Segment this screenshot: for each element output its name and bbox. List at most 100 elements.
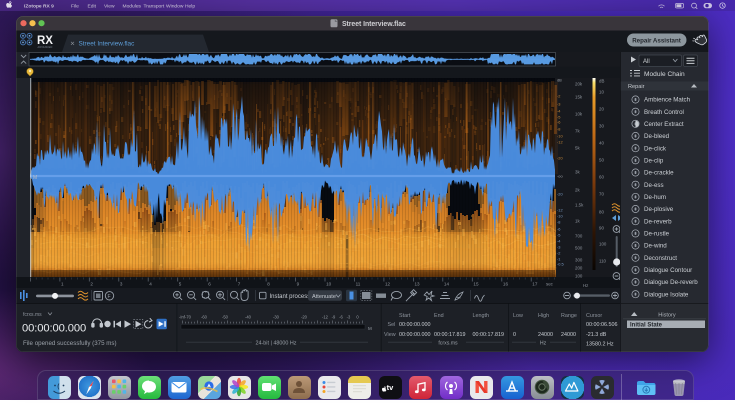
svg-text:1k: 1k (575, 219, 580, 224)
svg-text:00:00:00.000: 00:00:00.000 (399, 332, 430, 338)
svg-text:-8: -8 (557, 220, 560, 225)
svg-text:sec: sec (546, 282, 554, 287)
svg-text:-2: -2 (557, 251, 560, 256)
svg-text:All: All (643, 59, 650, 65)
svg-text:50: 50 (599, 158, 604, 163)
svg-text:20: 20 (599, 107, 604, 112)
svg-text:-10: -10 (557, 214, 563, 219)
svg-text:100: 100 (599, 242, 607, 247)
svg-text:80: 80 (599, 210, 604, 215)
svg-text:De-hum: De-hum (644, 194, 666, 201)
svg-text:Range: Range (561, 313, 577, 319)
svg-text:-oo: -oo (557, 174, 563, 179)
svg-text:-5: -5 (557, 233, 560, 238)
svg-text:-70: -70 (185, 315, 192, 320)
svg-text:Center Extract: Center Extract (644, 121, 684, 128)
svg-text:10: 10 (326, 282, 332, 287)
svg-text:Hz: Hz (583, 283, 588, 288)
svg-text:dB: dB (557, 78, 562, 83)
svg-text:1: 1 (61, 282, 64, 287)
svg-text:6: 6 (208, 282, 211, 287)
svg-text:5k: 5k (575, 146, 580, 151)
svg-text:Repair Assistant: Repair Assistant (632, 37, 681, 44)
svg-text:-12: -12 (322, 315, 329, 320)
svg-text:Dialogue Contour: Dialogue Contour (644, 267, 692, 274)
svg-text:Street Interview.flac: Street Interview.flac (79, 41, 136, 48)
svg-text:De-crackle: De-crackle (644, 170, 674, 177)
svg-text:Ambience Match: Ambience Match (644, 97, 691, 104)
svg-text:8: 8 (267, 282, 270, 287)
svg-text:File opened successfully (375: File opened successfully (375 ms) (23, 340, 117, 347)
svg-text:00:00:17.819: 00:00:17.819 (434, 332, 465, 338)
svg-text:Start: Start (399, 313, 411, 319)
svg-text:7: 7 (238, 282, 241, 287)
svg-text:700: 700 (575, 234, 583, 239)
svg-text:110: 110 (599, 259, 607, 264)
svg-text:30: 30 (599, 124, 604, 129)
svg-text:17: 17 (532, 282, 538, 287)
svg-text:Repair: Repair (628, 84, 645, 90)
svg-text:Sel: Sel (388, 322, 396, 328)
svg-text:60: 60 (599, 175, 604, 180)
svg-text:-12: -12 (557, 208, 563, 213)
svg-text:Breath Control: Breath Control (644, 109, 684, 116)
svg-text:-12: -12 (557, 140, 563, 145)
svg-text:15: 15 (473, 282, 479, 287)
svg-text:-40: -40 (245, 315, 252, 320)
svg-text:tv: tv (387, 383, 394, 392)
svg-text:14: 14 (444, 282, 450, 287)
svg-text:100: 100 (575, 274, 583, 279)
svg-text:-0.5: -0.5 (557, 262, 564, 267)
svg-text:2: 2 (90, 282, 93, 287)
svg-text:De-wind: De-wind (644, 243, 667, 250)
svg-text:Attenuate: Attenuate (312, 294, 336, 300)
svg-text:-20: -20 (301, 315, 308, 320)
svg-text:Help: Help (185, 3, 195, 9)
svg-text:11: 11 (356, 282, 361, 287)
svg-text:4: 4 (149, 282, 152, 287)
svg-text:-3: -3 (557, 245, 560, 250)
svg-text:-6: -6 (557, 227, 560, 232)
svg-text:Deconstruct: Deconstruct (644, 255, 677, 262)
svg-text:Length: Length (473, 313, 490, 319)
svg-text:De-bleed: De-bleed (644, 133, 670, 140)
svg-text:300: 300 (575, 258, 583, 263)
svg-text:-60: -60 (201, 315, 208, 320)
svg-text:-3: -3 (557, 102, 560, 107)
svg-text:File: File (71, 3, 79, 9)
svg-text:-10: -10 (557, 134, 563, 139)
svg-text:16: 16 (503, 282, 509, 287)
svg-text:40: 40 (599, 141, 604, 146)
svg-text:00:00:00.000: 00:00:00.000 (22, 323, 86, 335)
svg-text:200: 200 (575, 266, 583, 271)
svg-text:20k: 20k (575, 82, 583, 87)
svg-text:10k: 10k (575, 112, 583, 117)
svg-text:24-bit | 48000 Hz: 24-bit | 48000 Hz (256, 341, 297, 347)
svg-text:De-rustle: De-rustle (644, 231, 670, 238)
svg-text:00:00:00.000: 00:00:00.000 (399, 322, 430, 328)
svg-text:End: End (434, 313, 444, 319)
svg-text:fcrxs.ms: fcrxs.ms (23, 312, 42, 318)
svg-text:-30: -30 (273, 315, 280, 320)
svg-text:Cursor: Cursor (586, 313, 602, 319)
svg-text:Street Interview.flac: Street Interview.flac (342, 21, 406, 28)
svg-text:Low: Low (513, 313, 523, 319)
svg-text:✕: ✕ (70, 42, 75, 48)
svg-text:High: High (538, 313, 549, 319)
svg-text:Window: Window (166, 3, 184, 9)
svg-text:Initial State: Initial State (630, 323, 663, 329)
svg-text:dB: dB (599, 79, 604, 84)
svg-text:2k: 2k (575, 188, 580, 193)
svg-text:Transport: Transport (144, 3, 165, 9)
svg-text:De-reverb: De-reverb (644, 218, 672, 225)
svg-text:00:00:17.819: 00:00:17.819 (473, 332, 504, 338)
svg-text:0: 0 (513, 332, 516, 338)
svg-text:13580.2 Hz: 13580.2 Hz (586, 342, 614, 348)
svg-text:fcrxs.ms: fcrxs.ms (438, 341, 458, 347)
svg-text:7k: 7k (575, 129, 580, 134)
svg-text:9: 9 (297, 282, 300, 287)
svg-text:M: M (368, 326, 372, 331)
svg-text:RX: RX (37, 35, 53, 47)
svg-text:13: 13 (415, 282, 421, 287)
svg-text:Modules: Modules (123, 3, 142, 9)
